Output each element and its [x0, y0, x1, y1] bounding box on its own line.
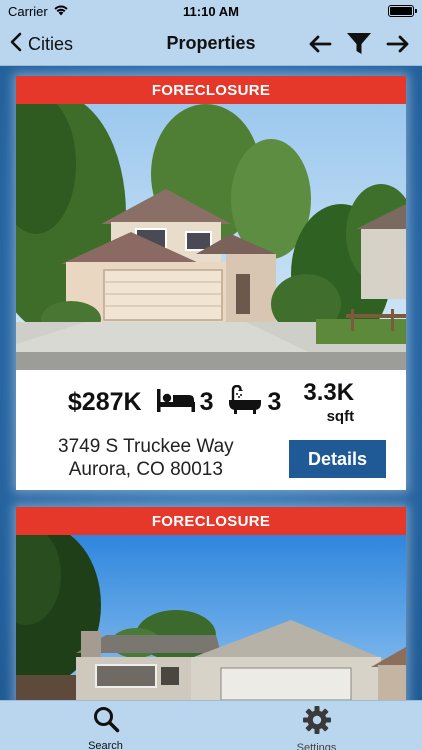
status-bar: Carrier 11:10 AM	[0, 0, 422, 22]
sqft-value: 3.3K	[303, 378, 355, 406]
battery-icon	[388, 5, 417, 17]
details-button[interactable]: Details	[289, 440, 386, 478]
carrier-label: Carrier	[8, 3, 48, 19]
beds-stat: 3	[156, 387, 214, 418]
filter-icon[interactable]	[346, 32, 372, 56]
property-photo[interactable]	[16, 104, 406, 370]
status-left: Carrier	[8, 4, 69, 19]
address-line-2: Aurora, CO 80013	[68, 459, 223, 480]
back-label: Cities	[28, 33, 74, 54]
address-row: 3749 S Truckee Way Aurora, CO 80013 Deta…	[16, 428, 406, 490]
listing-price: $287K	[67, 387, 142, 416]
bathtub-icon	[227, 384, 263, 420]
listing-card[interactable]: FORECLOSURE	[16, 507, 406, 700]
baths-count: 3	[267, 387, 282, 416]
listing-status-banner: FORECLOSURE	[16, 76, 406, 104]
gear-icon	[302, 705, 332, 740]
property-photo[interactable]	[16, 535, 406, 700]
tab-settings-label: Settings	[296, 742, 337, 750]
arrow-left-icon[interactable]	[308, 34, 332, 54]
arrow-right-icon[interactable]	[386, 34, 410, 54]
listing-status-banner: FORECLOSURE	[16, 507, 406, 535]
search-icon	[92, 705, 120, 738]
tab-search[interactable]: Search	[0, 701, 211, 750]
listings-scroll-area[interactable]: FORECLOSURE $287K 3 3 3.3K sqft 3749 S T…	[0, 66, 422, 700]
tab-bar: Search Settings	[0, 700, 422, 750]
beds-count: 3	[199, 387, 214, 416]
back-button[interactable]: Cities	[10, 22, 73, 66]
chevron-left-icon	[10, 32, 22, 57]
listing-card[interactable]: FORECLOSURE	[16, 76, 406, 490]
sqft-stat: 3.3K sqft	[303, 378, 355, 425]
bed-icon	[156, 387, 196, 418]
tab-search-label: Search	[88, 740, 123, 750]
listing-address: 3749 S Truckee Way Aurora, CO 80013	[58, 436, 234, 482]
navigation-bar: Cities Properties	[0, 22, 422, 66]
sqft-unit: sqft	[326, 407, 355, 425]
tab-settings[interactable]: Settings	[211, 701, 422, 750]
baths-stat: 3	[227, 384, 282, 420]
wifi-icon	[53, 4, 69, 19]
address-line-1: 3749 S Truckee Way	[58, 436, 234, 458]
nav-actions	[308, 22, 410, 66]
listing-stats: $287K 3 3 3.3K sqft	[16, 370, 406, 428]
